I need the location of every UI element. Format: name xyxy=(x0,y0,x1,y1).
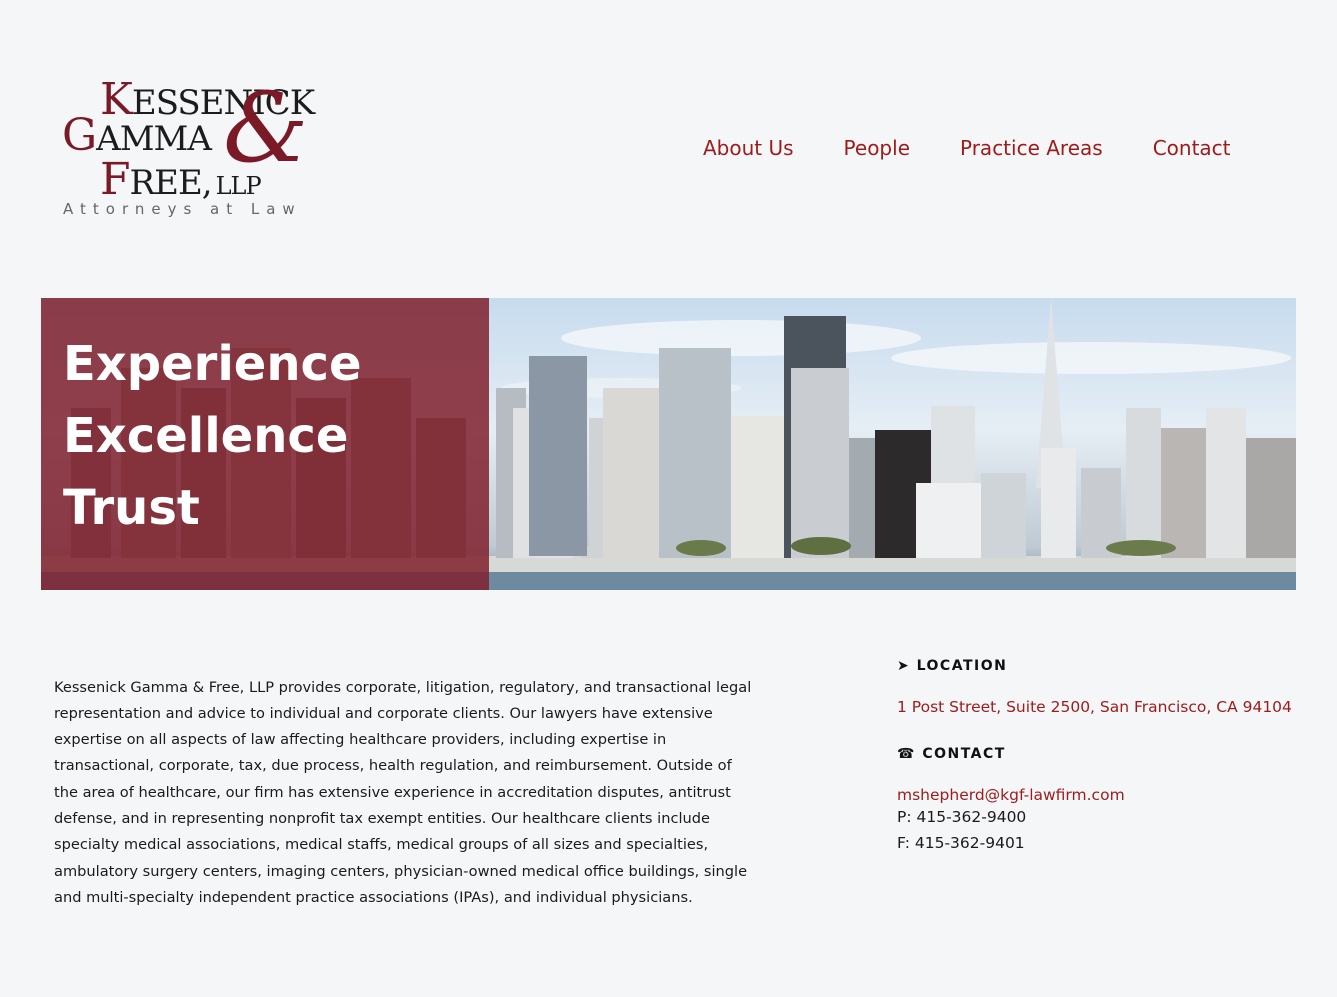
logo-tagline: Attorneys at Law xyxy=(63,200,302,218)
nav-about-us[interactable]: About Us xyxy=(703,136,794,160)
hero-word-trust: Trust xyxy=(63,480,200,536)
firm-logo[interactable]: KESSENICK GAMMA FREE, LLP & Attorneys at … xyxy=(58,72,343,222)
hero-word-experience: Experience xyxy=(63,336,362,392)
page: KESSENICK GAMMA FREE, LLP & Attorneys at … xyxy=(0,0,1337,997)
contact-heading: ☎ CONTACT xyxy=(897,746,1006,762)
main-nav: About Us People Practice Areas Contact xyxy=(703,136,1231,160)
location-heading: ➤ LOCATION xyxy=(897,658,1008,674)
hero-word-excellence: Excellence xyxy=(63,408,349,464)
fax-number: F: 415-362-9401 xyxy=(897,834,1025,852)
contact-sidebar: ➤ LOCATION 1 Post Street, Suite 2500, Sa… xyxy=(897,658,1317,856)
logo-line-2-text: AMMA xyxy=(96,119,212,159)
phone-number: P: 415-362-9400 xyxy=(897,808,1027,826)
address-link[interactable]: 1 Post Street, Suite 2500, San Francisco… xyxy=(897,698,1317,716)
logo-ampersand: & xyxy=(223,72,309,184)
hero-banner: Experience Excellence Trust xyxy=(41,298,1296,590)
about-paragraph: Kessenick Gamma & Free, LLP provides cor… xyxy=(54,678,752,906)
hero-tagline: Experience Excellence Trust xyxy=(63,328,362,544)
nav-people[interactable]: People xyxy=(844,136,910,160)
nav-contact[interactable]: Contact xyxy=(1153,136,1231,160)
logo-line-3-text: REE, xyxy=(129,163,213,203)
email-link[interactable]: mshepherd@kgf-lawfirm.com xyxy=(897,786,1317,804)
nav-practice-areas[interactable]: Practice Areas xyxy=(960,136,1103,160)
